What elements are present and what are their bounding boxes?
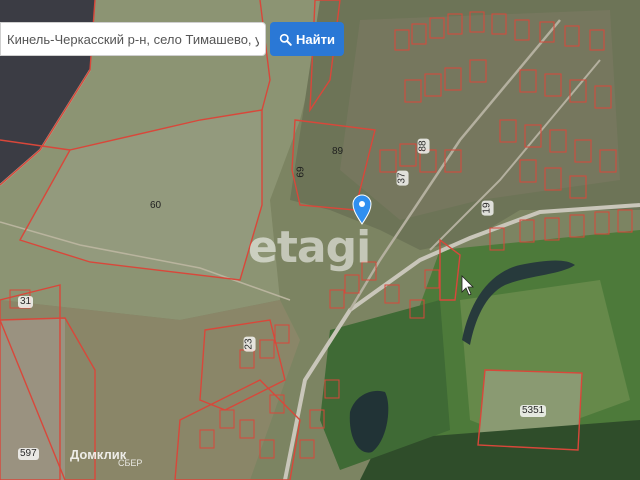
search-button-label: Найти xyxy=(296,31,335,47)
etagi-watermark: etagi xyxy=(248,222,371,273)
search-input[interactable] xyxy=(0,22,266,56)
parcel-label-31: 31 xyxy=(18,296,34,308)
parcel-label-19: 19 xyxy=(481,200,494,216)
sber-logo: СБЕР xyxy=(118,458,143,468)
parcel-label-69: 69 xyxy=(295,166,307,178)
search-button[interactable]: Найти xyxy=(270,22,344,56)
parcel-label-37: 37 xyxy=(396,170,409,186)
search-icon xyxy=(279,33,292,46)
parcel-label-60: 60 xyxy=(150,200,162,211)
parcel-label-597: 597 xyxy=(18,448,39,460)
parcel-label-23: 23 xyxy=(243,336,256,352)
parcel-label-89: 89 xyxy=(332,146,344,157)
parcel-label-88: 88 xyxy=(417,138,430,154)
parcel-label-5351: 5351 xyxy=(520,405,547,417)
search-bar: Найти xyxy=(0,22,344,56)
